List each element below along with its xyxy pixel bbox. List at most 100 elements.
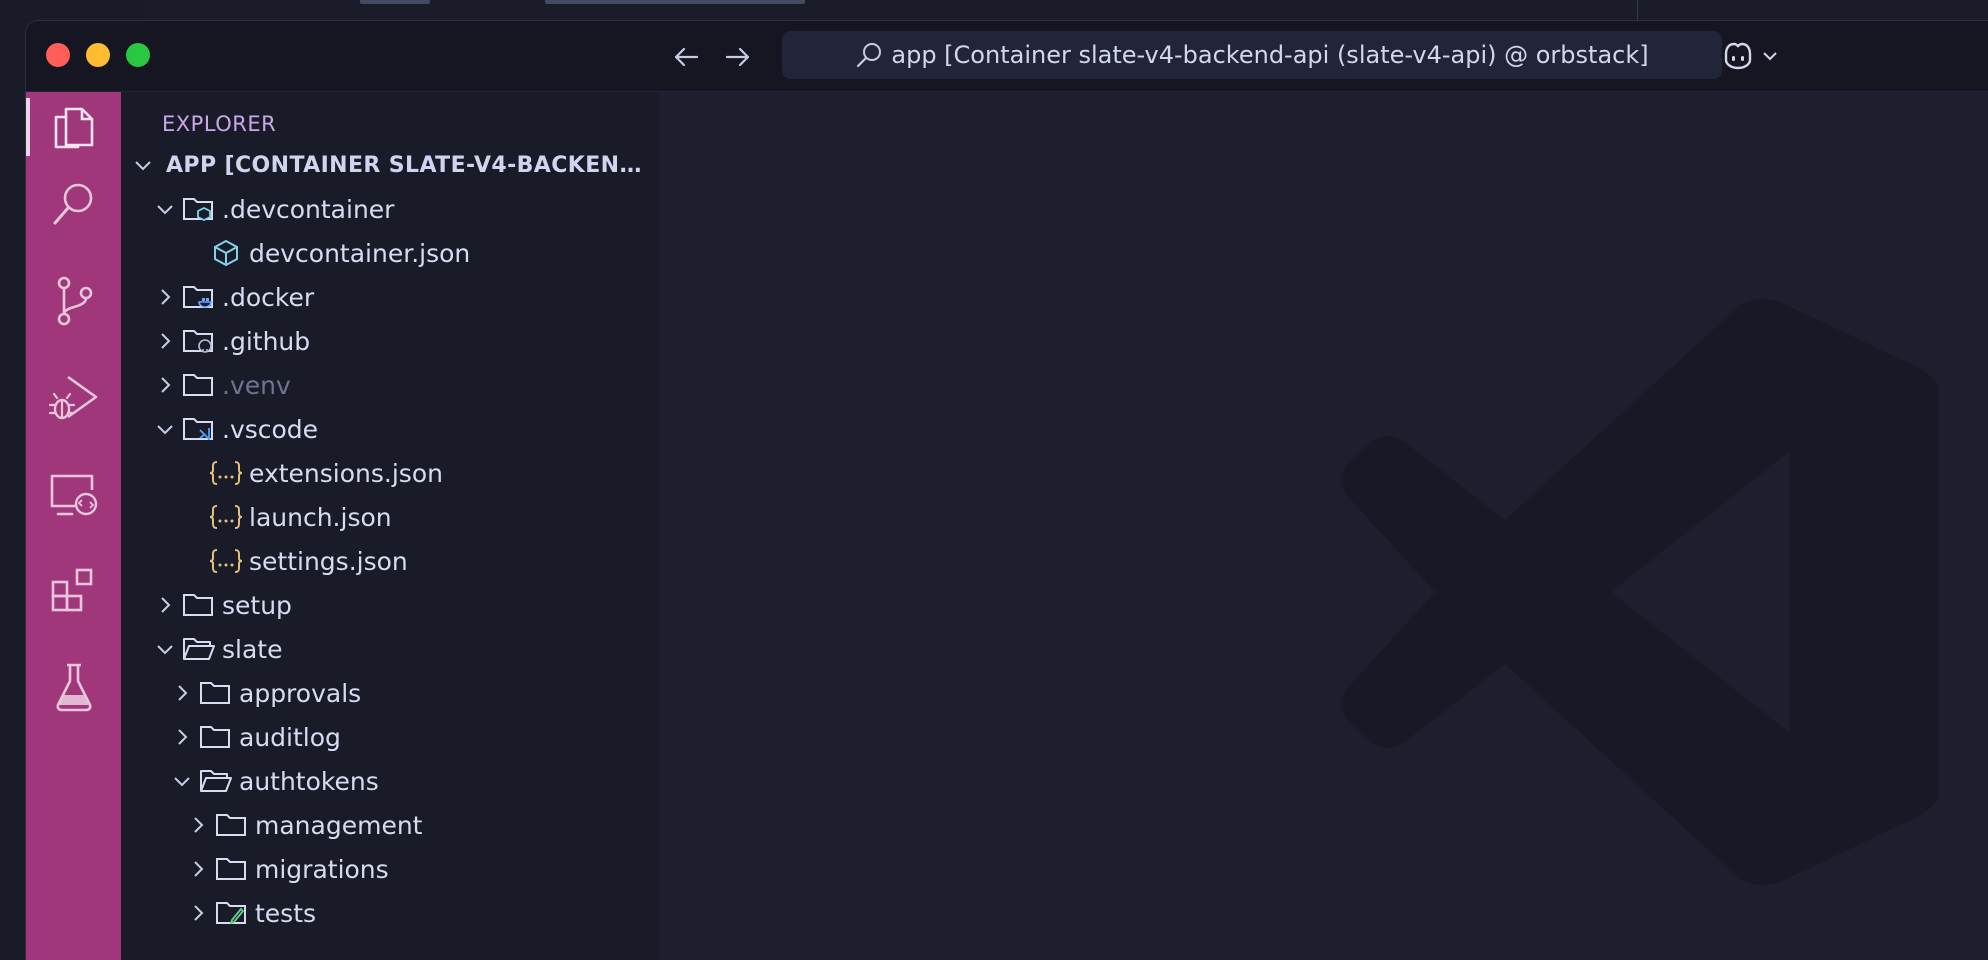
tree-item-venv[interactable]: .venv <box>121 364 659 406</box>
workspace-root-label: APP [CONTAINER SLATE-V4-BACKEND-API (SLA… <box>166 152 659 178</box>
chevron-right-icon <box>171 726 193 748</box>
tree-item-label: .github <box>222 326 311 356</box>
chevron-right-icon <box>187 902 209 924</box>
activity-bar <box>26 92 121 960</box>
github-folder-icon <box>182 326 216 356</box>
activity-search[interactable] <box>26 170 121 240</box>
back-arrow-icon[interactable] <box>670 43 702 71</box>
vscode-folder-icon <box>182 414 216 444</box>
folder-open-icon <box>182 634 216 664</box>
chevron-right-icon <box>154 330 176 352</box>
title-bar: app [Container slate-v4-backend-api (sla… <box>26 21 1988 92</box>
docker-folder-icon <box>182 282 216 312</box>
tree-item-authtokens[interactable]: authtokens <box>121 760 659 802</box>
activity-explorer[interactable] <box>26 92 121 162</box>
vscode-window: app [Container slate-v4-backend-api (sla… <box>26 21 1988 960</box>
chevron-right-icon <box>154 374 176 396</box>
forward-arrow-icon[interactable] <box>722 43 754 71</box>
chevron-right-icon <box>171 682 193 704</box>
tree-item-github[interactable]: .github <box>121 320 659 362</box>
tree-item-settings-json[interactable]: settings.json <box>121 540 659 582</box>
folder-icon <box>215 810 249 840</box>
source-control-icon <box>57 276 92 326</box>
explorer-icon <box>54 107 93 149</box>
run-debug-icon <box>48 375 97 420</box>
copilot-menu-button[interactable] <box>1720 36 1778 76</box>
tests-folder-icon <box>215 898 249 928</box>
tree-item-label: extensions.json <box>249 458 443 488</box>
tree-item-label: auditlog <box>239 722 341 752</box>
chevron-down-icon <box>154 198 176 220</box>
tree-item-label: .devcontainer <box>222 194 395 224</box>
chevron-down-icon <box>154 418 176 440</box>
chevron-right-icon <box>187 814 209 836</box>
tree-item-extensions-json[interactable]: extensions.json <box>121 452 659 494</box>
tree-item-auditlog[interactable]: auditlog <box>121 716 659 758</box>
tree-item-label: authtokens <box>239 766 379 796</box>
tree-item-launch-json[interactable]: launch.json <box>121 496 659 538</box>
activity-remote-explorer[interactable] <box>26 460 121 530</box>
explorer-header: EXPLORER <box>121 92 659 150</box>
activity-extensions[interactable] <box>26 556 121 626</box>
background-window-fragment <box>545 0 805 4</box>
activity-run-debug[interactable] <box>26 362 121 432</box>
chevron-right-icon <box>154 286 176 308</box>
activity-testing[interactable] <box>26 652 121 722</box>
command-center-search[interactable]: app [Container slate-v4-backend-api (sla… <box>782 31 1722 79</box>
tree-item-devcontainer[interactable]: .devcontainer <box>121 188 659 230</box>
json-icon <box>209 458 243 488</box>
search-icon <box>857 43 882 68</box>
tree-item-label: .docker <box>222 282 315 312</box>
devcontainer-json-icon <box>209 238 243 268</box>
tree-item-label: migrations <box>255 854 389 884</box>
tree-item-management[interactable]: management <box>121 804 659 846</box>
tree-item-label: approvals <box>239 678 362 708</box>
tree-item-label: management <box>255 810 423 840</box>
folder-icon <box>215 854 249 884</box>
search-icon <box>53 183 92 225</box>
explorer-sidebar: EXPLORER APP [CONTAINER SLATE-V4-BACKEND… <box>121 92 659 960</box>
chevron-down-icon <box>154 638 176 660</box>
command-center-label: app [Container slate-v4-backend-api (sla… <box>891 41 1649 69</box>
chevron-down-icon <box>132 154 154 176</box>
chevron-right-icon <box>154 594 176 616</box>
folder-icon <box>182 370 216 400</box>
minimize-window-button[interactable] <box>86 43 110 67</box>
json-icon <box>209 546 243 576</box>
activity-source-control[interactable] <box>26 266 121 336</box>
tree-item-label: setup <box>222 590 292 620</box>
editor-area[interactable] <box>659 92 1988 960</box>
tree-item-setup[interactable]: setup <box>121 584 659 626</box>
remote-explorer-icon <box>50 474 97 516</box>
tree-item-approvals[interactable]: approvals <box>121 672 659 714</box>
devcontainer-folder-icon <box>182 194 216 224</box>
explorer-title: EXPLORER <box>162 112 277 136</box>
tree-item-migrations[interactable]: migrations <box>121 848 659 890</box>
tree-item-label: tests <box>255 898 317 928</box>
testing-icon <box>55 663 92 712</box>
tree-item-slate[interactable]: slate <box>121 628 659 670</box>
copilot-icon <box>1724 42 1752 70</box>
tree-item-label: launch.json <box>249 502 392 532</box>
zoom-window-button[interactable] <box>126 43 150 67</box>
chevron-right-icon <box>187 858 209 880</box>
vscode-logo-watermark-icon <box>1341 299 1939 885</box>
json-icon <box>209 502 243 532</box>
chevron-down-icon <box>1763 52 1777 61</box>
close-window-button[interactable] <box>46 43 70 67</box>
tree-item-docker[interactable]: .docker <box>121 276 659 318</box>
workspace-root[interactable]: APP [CONTAINER SLATE-V4-BACKEND-API (SLA… <box>121 144 659 186</box>
background-window-fragment <box>360 0 430 4</box>
tree-item-vscode[interactable]: .vscode <box>121 408 659 450</box>
tree-item-tests[interactable]: tests <box>121 892 659 934</box>
tree-item-label: devcontainer.json <box>249 238 471 268</box>
tree-item-label: .venv <box>222 370 291 400</box>
folder-icon <box>182 590 216 620</box>
extensions-icon <box>51 568 92 612</box>
folder-open-icon <box>199 766 233 796</box>
tree-item-devcontainer-json[interactable]: devcontainer.json <box>121 232 659 274</box>
folder-icon <box>199 678 233 708</box>
folder-icon <box>199 722 233 752</box>
background-window-divider <box>1637 0 1638 20</box>
chevron-down-icon <box>171 770 193 792</box>
